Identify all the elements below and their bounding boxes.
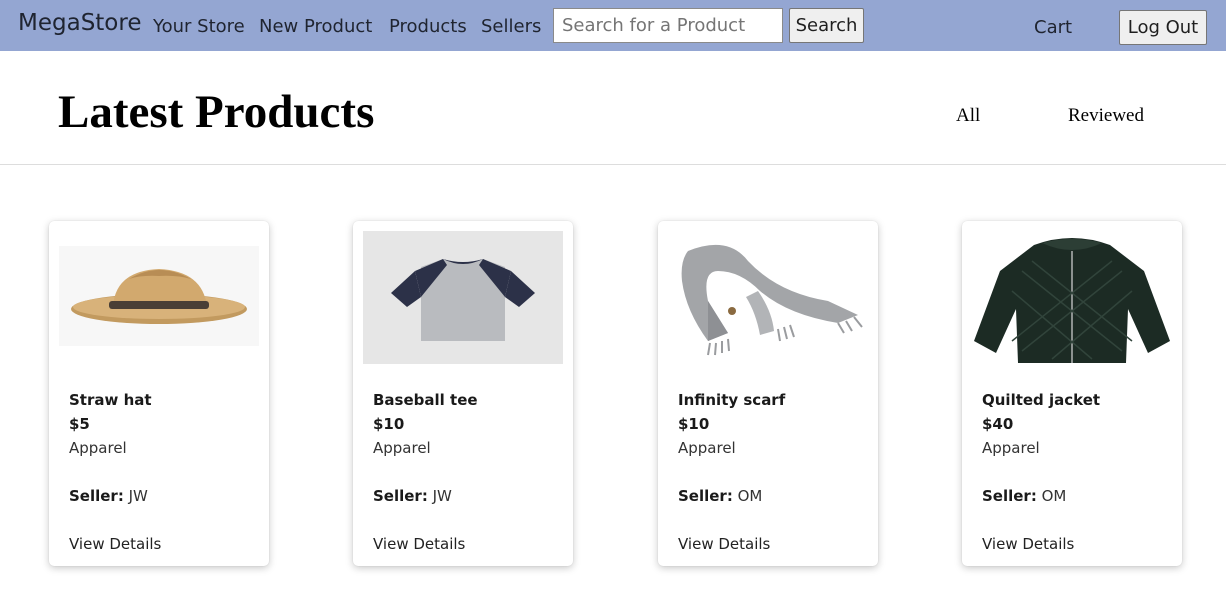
nav-link-new-product[interactable]: New Product (259, 16, 372, 37)
search-input[interactable] (553, 8, 783, 43)
product-name: Straw hat (69, 391, 152, 409)
product-category: Apparel (678, 439, 736, 457)
page-title: Latest Products (58, 86, 375, 138)
product-card: Infinity scarf $10 Apparel Seller: OM Vi… (658, 221, 878, 566)
product-seller: Seller: OM (678, 487, 762, 505)
quilted-jacket-image (972, 231, 1172, 364)
seller-name: JW (432, 487, 452, 505)
view-details-link[interactable]: View Details (69, 535, 161, 553)
product-card: Baseball tee $10 Apparel Seller: JW View… (353, 221, 573, 566)
product-name: Baseball tee (373, 391, 478, 409)
navbar: MegaStore Your Store New Product Product… (0, 0, 1226, 51)
product-category: Apparel (982, 439, 1040, 457)
view-details-link[interactable]: View Details (678, 535, 770, 553)
product-seller: Seller: JW (69, 487, 148, 505)
filter-all-link[interactable]: All (956, 105, 980, 127)
seller-name: OM (1041, 487, 1067, 505)
seller-name: OM (737, 487, 763, 505)
seller-label: Seller: (69, 487, 124, 505)
page-header: Latest Products All Reviewed (0, 51, 1226, 165)
product-category: Apparel (69, 439, 127, 457)
product-name: Infinity scarf (678, 391, 786, 409)
product-price: $40 (982, 415, 1014, 433)
straw-hat-image (59, 231, 259, 364)
product-seller: Seller: JW (373, 487, 452, 505)
nav-link-sellers[interactable]: Sellers (481, 16, 541, 37)
product-seller: Seller: OM (982, 487, 1066, 505)
nav-link-your-store[interactable]: Your Store (153, 16, 245, 37)
filter-reviewed-link[interactable]: Reviewed (1068, 105, 1144, 127)
brand-link[interactable]: MegaStore (18, 10, 141, 36)
product-price: $5 (69, 415, 90, 433)
product-price: $10 (678, 415, 710, 433)
baseball-tee-image (363, 231, 563, 364)
nav-link-products[interactable]: Products (389, 16, 467, 37)
product-price: $10 (373, 415, 405, 433)
view-details-link[interactable]: View Details (373, 535, 465, 553)
search-button[interactable]: Search (789, 8, 864, 43)
seller-label: Seller: (678, 487, 733, 505)
seller-label: Seller: (373, 487, 428, 505)
product-card: Straw hat $5 Apparel Seller: JW View Det… (49, 221, 269, 566)
seller-name: JW (128, 487, 148, 505)
logout-button[interactable]: Log Out (1119, 10, 1207, 45)
product-card: Quilted jacket $40 Apparel Seller: OM Vi… (962, 221, 1182, 566)
view-details-link[interactable]: View Details (982, 535, 1074, 553)
infinity-scarf-image (668, 231, 868, 364)
product-name: Quilted jacket (982, 391, 1101, 409)
product-category: Apparel (373, 439, 431, 457)
cart-link[interactable]: Cart (1034, 17, 1072, 38)
seller-label: Seller: (982, 487, 1037, 505)
